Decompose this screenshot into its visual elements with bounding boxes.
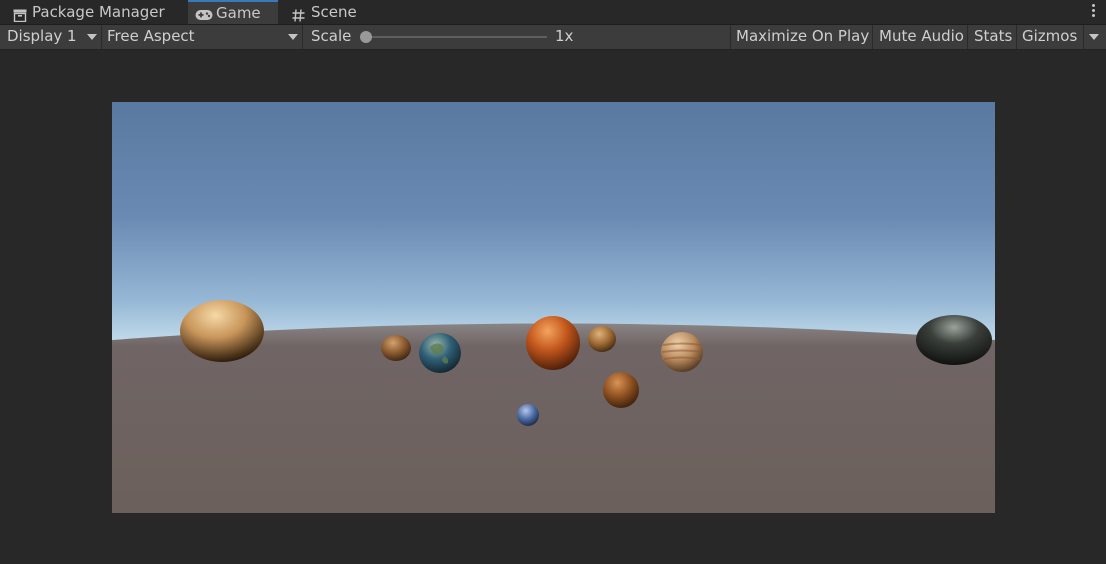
tab-scene[interactable]: Scene [284, 0, 374, 24]
more-options-icon[interactable] [1092, 4, 1096, 20]
stats-button[interactable]: Stats [968, 25, 1018, 49]
gizmos-dropdown[interactable] [1084, 25, 1106, 49]
dark-sphere [916, 315, 992, 365]
game-render [112, 102, 995, 513]
aspect-label: Free Aspect [107, 27, 195, 45]
aspect-dropdown[interactable]: Free Aspect [107, 25, 301, 49]
gamepad-icon [195, 5, 213, 27]
tab-label: Game [216, 4, 261, 22]
venus-sphere [588, 326, 616, 352]
chevron-down-icon [87, 34, 97, 40]
divider [101, 25, 102, 49]
mercury-sphere [381, 335, 411, 361]
maximize-on-play-button[interactable]: Maximize On Play [730, 25, 875, 49]
scale-label: Scale [311, 27, 352, 45]
scale-slider-track[interactable] [366, 36, 547, 38]
tab-label: Package Manager [32, 3, 165, 21]
game-viewport[interactable] [112, 102, 995, 513]
tab-label: Scene [311, 3, 357, 21]
moon-sphere [517, 404, 539, 426]
chevron-down-icon [1089, 34, 1099, 40]
display-label: Display 1 [7, 27, 77, 45]
tab-bar: Package Manager Game Scene [0, 0, 1106, 25]
mute-audio-button[interactable]: Mute Audio [873, 25, 970, 49]
scale-value: 1x [555, 27, 574, 45]
chevron-down-icon [288, 34, 298, 40]
divider [302, 25, 303, 49]
gizmos-button[interactable]: Gizmos [1016, 25, 1083, 49]
scale-slider-handle[interactable] [360, 31, 372, 43]
tab-game[interactable]: Game [188, 0, 278, 24]
game-toolbar: Display 1 Free Aspect Scale 1x Maximize … [0, 25, 1106, 50]
mars-sphere [526, 316, 580, 370]
tab-package-manager[interactable]: Package Manager [0, 0, 186, 24]
display-dropdown[interactable]: Display 1 [7, 25, 101, 49]
sun-sphere [180, 300, 264, 362]
saturn-sphere [603, 372, 639, 408]
